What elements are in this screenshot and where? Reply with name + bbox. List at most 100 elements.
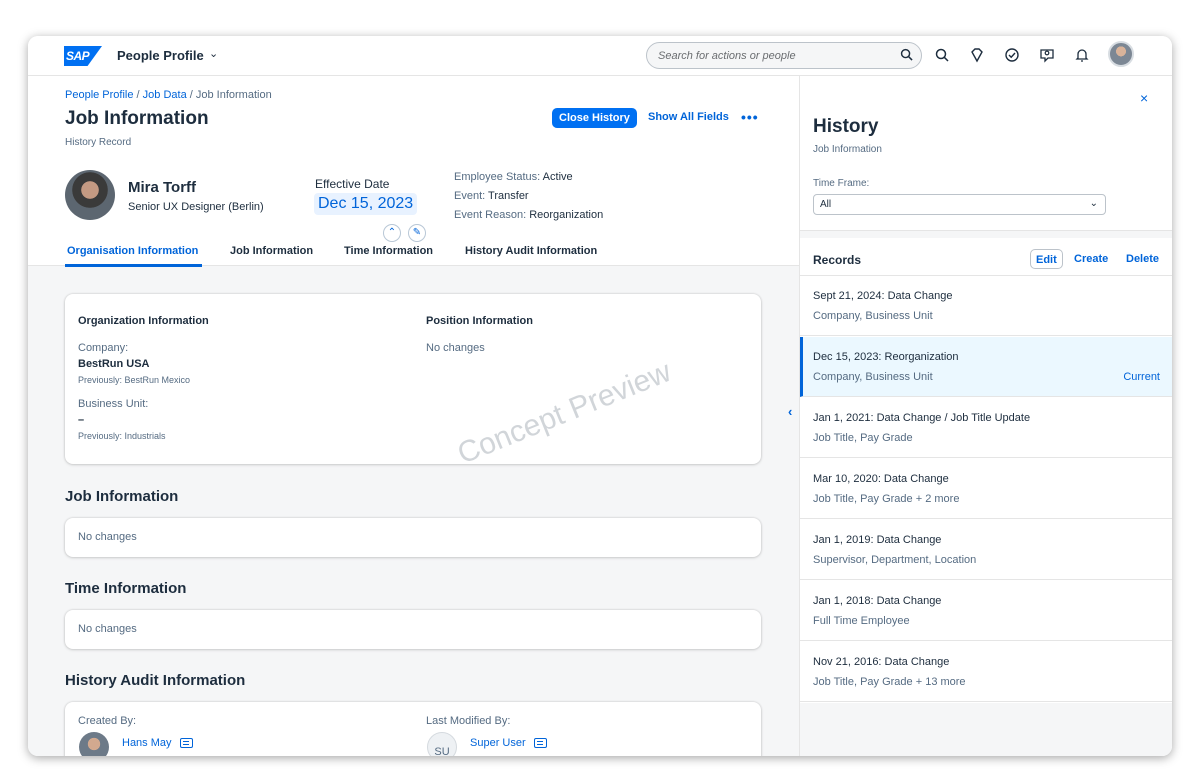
- record-detail: Company, Business Unit: [813, 371, 933, 383]
- collapse-header-icon[interactable]: ⌃: [383, 224, 401, 242]
- chevron-down-icon[interactable]: ⌄: [209, 47, 218, 60]
- more-options-button[interactable]: •••: [741, 109, 759, 125]
- sap-logo[interactable]: SAP: [64, 46, 102, 66]
- breadcrumb-job-data[interactable]: Job Data: [143, 89, 187, 101]
- history-title: History: [813, 116, 879, 137]
- record-title: Jan 1, 2018: Data Change: [813, 595, 942, 607]
- employee-name: Mira Torff: [128, 179, 197, 196]
- position-value: No changes: [426, 342, 485, 354]
- modified-by-label: Last Modified By:: [426, 715, 511, 727]
- tab-job-information[interactable]: Job Information: [230, 245, 313, 257]
- search-placeholder: Search for actions or people: [658, 50, 796, 62]
- page-subtitle: History Record: [65, 137, 132, 148]
- record-detail: Job Title, Pay Grade + 13 more: [813, 676, 966, 688]
- divider: [800, 230, 1172, 238]
- panel-footer-space: [800, 703, 1172, 756]
- show-all-fields-button[interactable]: Show All Fields: [648, 111, 729, 123]
- job-no-changes: No changes: [78, 531, 137, 543]
- current-badge: Current: [1123, 371, 1160, 383]
- created-by-avatar: [79, 732, 109, 756]
- timeframe-label: Time Frame:: [813, 178, 870, 189]
- breadcrumb: People Profile / Job Data / Job Informat…: [65, 89, 272, 101]
- search-field[interactable]: Search for actions or people: [646, 42, 922, 69]
- history-panel: × History Job Information Time Frame: Al…: [799, 76, 1172, 756]
- object-page: People Profile / Job Data / Job Informat…: [28, 76, 799, 756]
- person-chat-icon[interactable]: [1039, 47, 1055, 63]
- time-no-changes: No changes: [78, 623, 137, 635]
- event-value: Transfer: [488, 190, 529, 202]
- employee-role: Senior UX Designer (Berlin): [128, 201, 264, 213]
- record-title: Dec 15, 2023: Reorganization: [813, 351, 959, 363]
- logo-text: SAP: [66, 49, 90, 63]
- search-icon[interactable]: [900, 48, 913, 61]
- vcard-icon[interactable]: [180, 738, 193, 748]
- time-information-card: No changes: [65, 610, 761, 649]
- company-label: Company:: [78, 342, 129, 354]
- check-circle-icon[interactable]: [1004, 47, 1020, 63]
- active-tab-indicator: [65, 264, 202, 267]
- magnifier-icon[interactable]: [934, 47, 950, 63]
- records-title: Records: [813, 253, 862, 267]
- vcard-icon[interactable]: [534, 738, 547, 748]
- record-item[interactable]: Mar 10, 2020: Data Change Job Title, Pay…: [800, 459, 1172, 519]
- business-unit-label: Business Unit:: [78, 398, 149, 410]
- record-detail: Full Time Employee: [813, 615, 910, 627]
- edit-button[interactable]: Edit: [1030, 249, 1063, 269]
- modified-by-avatar: SU: [427, 732, 457, 756]
- job-information-card: No changes: [65, 518, 761, 557]
- timeframe-select[interactable]: All ⌄: [813, 194, 1106, 215]
- business-unit-value: –: [78, 414, 85, 426]
- organization-heading: Organization Information: [78, 315, 209, 327]
- company-value: BestRun USA: [78, 358, 150, 370]
- history-subtitle: Job Information: [813, 144, 882, 155]
- record-item[interactable]: Jan 1, 2021: Data Change / Job Title Upd…: [800, 398, 1172, 458]
- diamond-icon[interactable]: [969, 47, 985, 63]
- employee-status: Employee Status: Active: [454, 171, 573, 183]
- close-icon[interactable]: ×: [1140, 90, 1148, 106]
- page-title: Job Information: [65, 108, 209, 129]
- effective-date-label: Effective Date: [315, 177, 390, 191]
- record-detail: Supervisor, Department, Location: [813, 554, 977, 566]
- tab-history-audit-information[interactable]: History Audit Information: [465, 245, 597, 257]
- record-title: Mar 10, 2020: Data Change: [813, 473, 949, 485]
- records-toolbar: Records Edit Create Delete: [800, 238, 1172, 276]
- position-heading: Position Information: [426, 315, 533, 327]
- job-section-title: Job Information: [65, 488, 179, 505]
- event-label: Event:: [454, 190, 486, 202]
- record-detail: Job Title, Pay Grade + 2 more: [813, 493, 960, 505]
- created-by-link[interactable]: Hans May: [122, 737, 172, 749]
- record-item-selected[interactable]: Dec 15, 2023: Reorganization Company, Bu…: [800, 337, 1172, 397]
- chevron-down-icon: ⌄: [1089, 198, 1098, 209]
- company-previous: Previously: BestRun Mexico: [78, 375, 191, 385]
- record-title: Nov 21, 2016: Data Change: [813, 656, 950, 668]
- shell-bar: SAP People Profile ⌄ Search for actions …: [28, 36, 1172, 76]
- modified-by-link[interactable]: Super User: [470, 737, 526, 749]
- record-title: Jan 1, 2019: Data Change: [813, 534, 942, 546]
- user-avatar[interactable]: [1108, 41, 1134, 67]
- anchor-bar: Organisation Information Job Information…: [28, 242, 799, 267]
- created-by-label: Created By:: [78, 715, 137, 727]
- time-section-title: Time Information: [65, 580, 187, 597]
- delete-button[interactable]: Delete: [1126, 249, 1159, 269]
- employee-status-label: Employee Status:: [454, 171, 541, 183]
- record-detail: Job Title, Pay Grade: [813, 432, 913, 444]
- close-history-button[interactable]: Close History: [552, 108, 637, 128]
- event-reason-value: Reorganization: [529, 209, 604, 221]
- record-item[interactable]: Nov 21, 2016: Data Change Job Title, Pay…: [800, 642, 1172, 702]
- tab-time-information[interactable]: Time Information: [344, 245, 433, 257]
- breadcrumb-current: Job Information: [195, 89, 272, 101]
- history-audit-card: Created By: Hans May Last Modified By: S…: [65, 702, 761, 756]
- tab-organisation-information[interactable]: Organisation Information: [67, 245, 198, 257]
- record-item[interactable]: Jan 1, 2019: Data Change Supervisor, Dep…: [800, 520, 1172, 580]
- record-item[interactable]: Jan 1, 2018: Data Change Full Time Emplo…: [800, 581, 1172, 641]
- effective-date-value[interactable]: Dec 15, 2023: [314, 193, 418, 215]
- bell-icon[interactable]: [1074, 47, 1090, 63]
- record-title: Sept 21, 2024: Data Change: [813, 290, 953, 302]
- timeframe-value: All: [820, 199, 832, 210]
- pin-icon[interactable]: ✎: [408, 224, 426, 242]
- create-button[interactable]: Create: [1074, 249, 1108, 269]
- app-title[interactable]: People Profile: [117, 48, 204, 63]
- breadcrumb-people-profile[interactable]: People Profile: [65, 89, 134, 101]
- audit-section-title: History Audit Information: [65, 672, 246, 689]
- record-item[interactable]: Sept 21, 2024: Data Change Company, Busi…: [800, 276, 1172, 336]
